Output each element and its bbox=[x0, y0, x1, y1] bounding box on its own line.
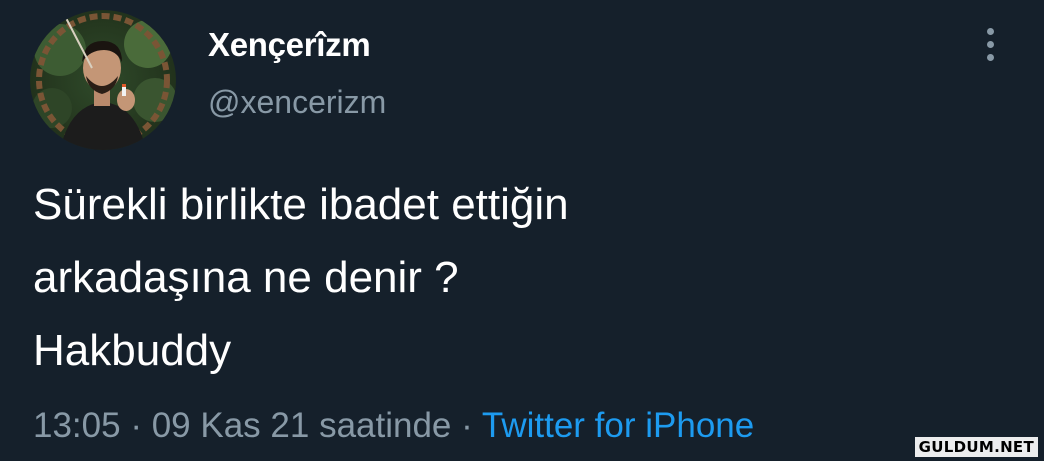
more-vertical-icon-dot bbox=[987, 41, 994, 48]
more-options-button[interactable] bbox=[972, 24, 1010, 66]
more-vertical-icon bbox=[987, 28, 994, 35]
display-name[interactable]: Xençerîzm bbox=[208, 26, 371, 64]
tweet-text: Sürekli birlikte ibadet ettiğin arkadaşı… bbox=[33, 168, 993, 387]
tweet-text-line: arkadaşına ne denir ? bbox=[33, 253, 459, 302]
tweet-text-line: Hakbuddy bbox=[33, 326, 232, 375]
tweet-time[interactable]: 13:05 bbox=[33, 406, 121, 445]
avatar[interactable] bbox=[30, 10, 176, 150]
watermark: GULDUM.NET bbox=[914, 437, 1038, 457]
tweet-source-link[interactable]: Twitter for iPhone bbox=[482, 406, 754, 445]
more-vertical-icon-dot bbox=[987, 54, 994, 61]
meta-separator: · bbox=[130, 406, 142, 445]
user-handle[interactable]: @xencerizm bbox=[208, 84, 386, 121]
avatar-image bbox=[32, 13, 176, 150]
tweet-date[interactable]: 09 Kas 21 saatinde bbox=[152, 406, 452, 445]
tweet-card: Xençerîzm @xencerizm Sürekli birlikte ib… bbox=[0, 0, 1044, 461]
tweet-text-line: Sürekli birlikte ibadet ettiğin bbox=[33, 180, 569, 229]
tweet-metadata: 13:05 · 09 Kas 21 saatinde · Twitter for… bbox=[33, 406, 754, 446]
meta-separator: · bbox=[461, 406, 473, 445]
